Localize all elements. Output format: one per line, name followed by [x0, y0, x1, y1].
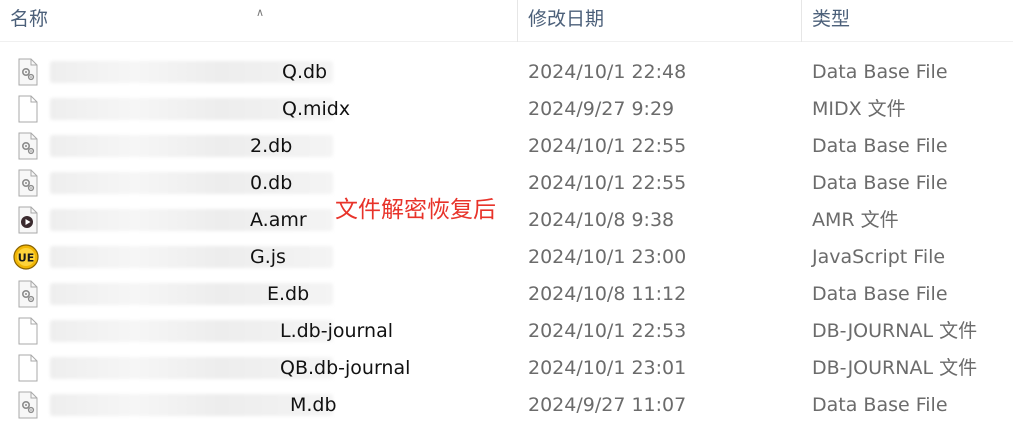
- file-row[interactable]: 0.db 2024/10/1 22:55 Data Base File: [0, 165, 1013, 202]
- database-file-icon: [16, 169, 40, 197]
- file-modified-date: 2024/10/1 22:48: [528, 61, 687, 83]
- file-name[interactable]: E.db: [48, 276, 518, 313]
- file-type: JavaScript File: [812, 246, 946, 268]
- column-header-bar: 名称 ∧ 修改日期 类型: [0, 0, 1013, 42]
- database-file-icon: [16, 132, 40, 160]
- sort-caret-icon: ∧: [256, 6, 265, 19]
- file-type: Data Base File: [812, 172, 948, 194]
- file-name-visible-suffix: Q.midx: [282, 98, 351, 120]
- file-type: Data Base File: [812, 283, 948, 305]
- column-header-date-label: 修改日期: [528, 8, 605, 30]
- file-row[interactable]: Q.midx 2024/9/27 9:29 MIDX 文件: [0, 91, 1013, 128]
- file-name-visible-suffix: G.js: [250, 246, 286, 268]
- file-name[interactable]: Q.db: [48, 54, 518, 91]
- file-type: Data Base File: [812, 135, 948, 157]
- media-player-file-icon: [16, 206, 40, 234]
- file-name[interactable]: L.db-journal: [48, 313, 518, 350]
- file-row[interactable]: E.db 2024/10/8 11:12 Data Base File: [0, 276, 1013, 313]
- file-name-visible-suffix: E.db: [267, 283, 310, 305]
- file-row[interactable]: QB.db-journal 2024/10/1 23:01 DB-JOURNAL 文…: [0, 350, 1013, 387]
- file-type: DB-JOURNAL 文件: [812, 320, 978, 342]
- file-name-visible-suffix: QB.db-journal: [280, 357, 411, 379]
- svg-text:UE: UE: [18, 252, 34, 265]
- file-modified-date: 2024/10/1 22:55: [528, 135, 687, 157]
- file-name[interactable]: M.db: [48, 387, 518, 424]
- ultraedit-file-icon: UE: [13, 243, 40, 271]
- column-header-name-label: 名称: [10, 8, 49, 30]
- file-type: Data Base File: [812, 394, 948, 416]
- file-modified-date: 2024/10/1 23:01: [528, 357, 687, 379]
- column-header-type-label: 类型: [812, 8, 851, 30]
- file-name[interactable]: 2.db: [48, 128, 518, 165]
- file-name-visible-suffix: 2.db: [250, 135, 293, 157]
- file-row[interactable]: A.amr 2024/10/8 9:38 AMR 文件: [0, 202, 1013, 239]
- file-type: MIDX 文件: [812, 98, 906, 120]
- generic-file-icon: [16, 317, 40, 345]
- file-row[interactable]: UE G.js 2024/10/1 23:00 JavaScript File: [0, 239, 1013, 276]
- file-modified-date: 2024/10/8 11:12: [528, 283, 687, 305]
- file-name[interactable]: G.js: [48, 239, 518, 276]
- file-type: DB-JOURNAL 文件: [812, 357, 978, 379]
- file-row[interactable]: Q.db 2024/10/1 22:48 Data Base File: [0, 54, 1013, 91]
- generic-file-icon: [16, 354, 40, 382]
- column-header-date[interactable]: 修改日期: [518, 0, 802, 42]
- file-modified-date: 2024/9/27 11:07: [528, 394, 687, 416]
- file-modified-date: 2024/9/27 9:29: [528, 98, 675, 120]
- file-modified-date: 2024/10/1 23:00: [528, 246, 687, 268]
- file-modified-date: 2024/10/8 9:38: [528, 209, 675, 231]
- file-modified-date: 2024/10/1 22:55: [528, 172, 687, 194]
- file-name[interactable]: QB.db-journal: [48, 350, 518, 387]
- overlay-annotation: 文件解密恢复后: [335, 197, 496, 223]
- column-header-name[interactable]: 名称 ∧: [0, 0, 518, 42]
- file-row[interactable]: L.db-journal 2024/10/1 22:53 DB-JOURNAL 文件: [0, 313, 1013, 350]
- file-list: Q.db 2024/10/1 22:48 Data Base File Q.midx 2…: [0, 54, 1013, 424]
- file-name[interactable]: Q.midx: [48, 91, 518, 128]
- file-name-visible-suffix: M.db: [290, 394, 337, 416]
- file-type: AMR 文件: [812, 209, 899, 231]
- file-type: Data Base File: [812, 61, 948, 83]
- file-name-visible-suffix: L.db-journal: [280, 320, 393, 342]
- file-name-visible-suffix: Q.db: [282, 61, 328, 83]
- file-row[interactable]: M.db 2024/9/27 11:07 Data Base File: [0, 387, 1013, 424]
- database-file-icon: [16, 391, 40, 419]
- generic-file-icon: [16, 95, 40, 123]
- file-name-visible-suffix: A.amr: [250, 209, 307, 231]
- file-name-visible-suffix: 0.db: [250, 172, 293, 194]
- database-file-icon: [16, 280, 40, 308]
- file-row[interactable]: 2.db 2024/10/1 22:55 Data Base File: [0, 128, 1013, 165]
- database-file-icon: [16, 58, 40, 86]
- column-header-type[interactable]: 类型: [802, 0, 1013, 42]
- file-modified-date: 2024/10/1 22:53: [528, 320, 687, 342]
- redacted-name-region: [50, 246, 333, 268]
